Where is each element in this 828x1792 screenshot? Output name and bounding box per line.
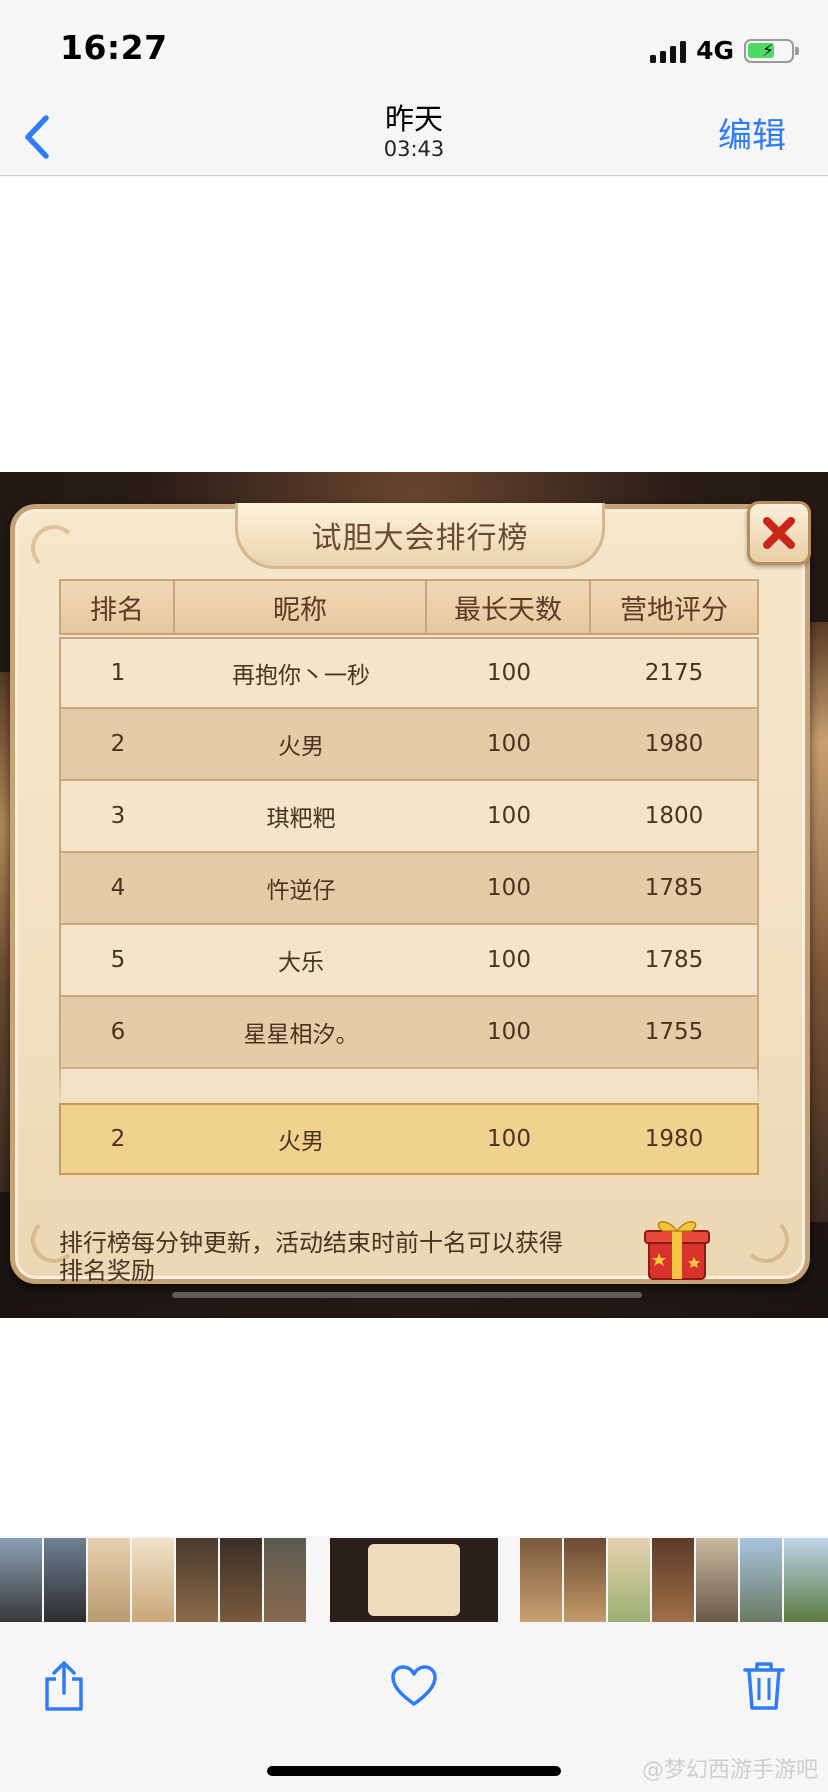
home-indicator[interactable] (267, 1766, 561, 1776)
cell-nickname: 忤逆仔 (266, 878, 336, 904)
cell-score: 1785 (644, 875, 704, 901)
corner-ornament (31, 525, 77, 571)
header-max-days: 最长天数 (427, 581, 591, 633)
cell-days: 100 (487, 731, 531, 757)
battery-icon: ⚡ (744, 38, 799, 63)
status-time: 16:27 (60, 28, 168, 67)
table-body[interactable]: 1 再抱你丶一秒 100 2175 2 火男 100 1980 3 琪粑粑 10… (59, 637, 759, 1103)
thumbnail[interactable] (740, 1538, 782, 1622)
header-rank: 排名 (61, 581, 175, 633)
cell-days: 100 (487, 1019, 531, 1045)
table-row: 3 琪粑粑 100 1800 (59, 781, 759, 853)
table-row: 2 火男 100 1980 (59, 709, 759, 781)
thumbnail-selected[interactable] (330, 1538, 498, 1622)
cell-nickname: 火男 (278, 734, 324, 760)
image-scroll-indicator (172, 1292, 642, 1298)
cell-days: 100 (487, 660, 531, 686)
cell-days: 100 (487, 947, 531, 973)
leaderboard-panel: 试胆大会排行榜 排名 昵称 最长天数 营地评分 1 再抱你丶一秒 100 217… (10, 501, 811, 1285)
cell-score: 1980 (644, 1126, 704, 1152)
cell-rank: 1 (110, 660, 126, 686)
close-icon (763, 517, 795, 549)
trash-icon (743, 1662, 785, 1710)
watermark: @梦幻西游手游吧 (641, 1758, 818, 1783)
cell-nickname: 大乐 (278, 950, 324, 976)
cell-score: 1755 (644, 1019, 704, 1045)
header-nickname: 昵称 (175, 581, 427, 633)
cell-rank: 2 (110, 1126, 126, 1152)
thumbnail[interactable] (520, 1538, 562, 1622)
thumbnail[interactable] (132, 1538, 174, 1622)
nav-title: 昨天 (384, 102, 443, 136)
cell-days: 100 (487, 875, 531, 901)
cell-nickname: 再抱你丶一秒 (232, 663, 370, 689)
navigation-bar: 昨天 03:43 编辑 (0, 96, 828, 176)
panel-title: 试胆大会排行榜 (311, 521, 529, 556)
scroll-fade (59, 1063, 759, 1103)
share-icon (45, 1661, 83, 1711)
cell-days: 100 (487, 1126, 531, 1152)
cell-rank: 4 (110, 875, 126, 901)
thumbnail[interactable] (784, 1538, 828, 1622)
thumbnail[interactable] (264, 1538, 306, 1622)
cell-days: 100 (487, 803, 531, 829)
thumbnail[interactable] (696, 1538, 738, 1622)
game-screenshot: 试胆大会排行榜 排名 昵称 最长天数 营地评分 1 再抱你丶一秒 100 217… (0, 472, 828, 1318)
thumbnail[interactable] (564, 1538, 606, 1622)
thumbnail[interactable] (220, 1538, 262, 1622)
heart-icon (391, 1665, 437, 1706)
cell-score: 1785 (644, 947, 704, 973)
my-rank-row: 2 火男 100 1980 (59, 1103, 759, 1175)
bottom-toolbar: @梦幻西游手游吧 (0, 1626, 828, 1792)
corner-ornament (743, 1217, 789, 1263)
cell-score: 2175 (644, 660, 704, 686)
delete-button[interactable] (734, 1656, 794, 1716)
cell-nickname: 火男 (278, 1129, 324, 1155)
table-row: 4 忤逆仔 100 1785 (59, 853, 759, 925)
close-button[interactable] (747, 501, 811, 565)
favorite-button[interactable] (384, 1656, 444, 1716)
cell-score: 1980 (644, 731, 704, 757)
signal-icon (650, 39, 687, 63)
status-icons: 4G ⚡ (650, 36, 799, 65)
cell-rank: 3 (110, 803, 126, 829)
leaderboard-table: 排名 昵称 最长天数 营地评分 1 再抱你丶一秒 100 2175 2 火男 1… (59, 579, 759, 1175)
edit-button[interactable]: 编辑 (718, 108, 786, 157)
thumbnail[interactable] (608, 1538, 650, 1622)
panel-title-plaque: 试胆大会排行榜 (235, 503, 605, 569)
header-camp-score: 营地评分 (620, 594, 728, 626)
status-bar: 16:27 4G ⚡ (0, 0, 828, 96)
cell-score: 1800 (644, 803, 704, 829)
thumbnail[interactable] (652, 1538, 694, 1622)
thumbnail[interactable] (44, 1538, 86, 1622)
table-row: 5 大乐 100 1785 (59, 925, 759, 997)
gift-box-icon[interactable] (639, 1209, 715, 1285)
cell-rank: 5 (110, 947, 126, 973)
table-row: 6 星星相汐。 100 1755 (59, 997, 759, 1069)
cell-rank: 6 (110, 1019, 126, 1045)
cell-nickname: 星星相汐。 (243, 1022, 359, 1048)
leaderboard-note: 排行榜每分钟更新，活动结束时前十名可以获得排名奖励 (59, 1229, 563, 1285)
cell-rank: 2 (110, 731, 126, 757)
nav-subtitle: 03:43 (383, 137, 445, 161)
table-header: 排名 昵称 最长天数 营地评分 (59, 579, 759, 635)
thumbnail-strip[interactable] (0, 1536, 828, 1626)
thumbnail[interactable] (176, 1538, 218, 1622)
table-row: 1 再抱你丶一秒 100 2175 (59, 637, 759, 709)
network-type: 4G (696, 36, 734, 65)
thumbnail[interactable] (0, 1538, 42, 1622)
cell-nickname: 琪粑粑 (266, 806, 336, 832)
share-button[interactable] (34, 1656, 94, 1716)
thumbnail[interactable] (88, 1538, 130, 1622)
